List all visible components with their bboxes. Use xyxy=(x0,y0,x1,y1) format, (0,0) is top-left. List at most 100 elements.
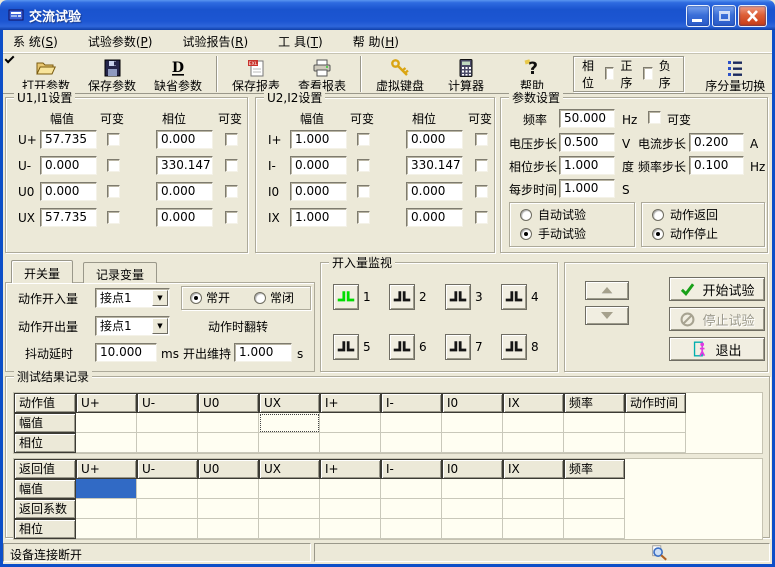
normally-closed-radio[interactable] xyxy=(254,292,266,304)
positive-sequence-checkbox[interactable] xyxy=(605,67,615,80)
tab-switching-quantity[interactable]: 开关量 xyxy=(11,260,73,283)
input-monitor-switch-1[interactable]: 1 xyxy=(333,284,371,310)
phase-input[interactable]: 0.000 xyxy=(406,208,463,227)
amplitude-variable-checkbox[interactable] xyxy=(107,133,120,146)
menu-item-h[interactable]: 帮 助(H) xyxy=(343,30,409,53)
toolbar-button-question[interactable]: ?帮助 xyxy=(499,55,565,93)
grid-cell[interactable] xyxy=(381,519,442,539)
grid-cell[interactable] xyxy=(442,499,503,519)
grid-cell[interactable] xyxy=(259,433,320,453)
chevron-down-icon[interactable]: ▼ xyxy=(152,318,168,334)
grid-cell[interactable] xyxy=(381,479,442,499)
menu-item-s[interactable]: 系 统(S) xyxy=(3,30,68,53)
minimize-button[interactable] xyxy=(686,5,710,27)
close-button[interactable] xyxy=(738,5,767,27)
scroll-down-button[interactable] xyxy=(585,306,629,325)
grid-cell[interactable] xyxy=(259,413,320,433)
maximize-button[interactable] xyxy=(712,5,736,27)
grid-cell[interactable] xyxy=(137,433,198,453)
output-hold-input[interactable]: 1.000 xyxy=(234,343,292,362)
grid-cell[interactable] xyxy=(198,413,259,433)
amplitude-input[interactable]: 1.000 xyxy=(290,130,347,149)
grid-cell[interactable] xyxy=(259,519,320,539)
grid-cell[interactable] xyxy=(564,519,625,539)
phase-input[interactable]: 330.147 xyxy=(156,156,213,175)
grid-cell[interactable] xyxy=(625,433,686,453)
grid-cell[interactable] xyxy=(320,413,381,433)
grid-cell[interactable] xyxy=(320,499,381,519)
grid-cell[interactable] xyxy=(137,479,198,499)
amplitude-variable-checkbox[interactable] xyxy=(107,185,120,198)
phase-variable-checkbox[interactable] xyxy=(475,133,488,146)
grid-cell[interactable] xyxy=(137,413,198,433)
amplitude-input[interactable]: 1.000 xyxy=(290,208,347,227)
chevron-down-icon[interactable]: ▼ xyxy=(152,290,168,306)
scroll-up-button[interactable] xyxy=(585,281,629,300)
amplitude-input[interactable]: 0.000 xyxy=(290,182,347,201)
grid-cell[interactable] xyxy=(442,479,503,499)
grid-cell[interactable] xyxy=(76,413,137,433)
toolbar-button-default-d[interactable]: D缺省参数 xyxy=(145,55,211,93)
toolbar-button-open-folder[interactable]: 打开参数 xyxy=(13,55,79,93)
grid-cell[interactable] xyxy=(564,413,625,433)
grid-cell[interactable] xyxy=(198,499,259,519)
action-stop-radio[interactable] xyxy=(652,228,664,240)
grid-cell[interactable] xyxy=(137,519,198,539)
grid-cell[interactable] xyxy=(503,433,564,453)
toolbar-button-excel-report[interactable]: EXL保存报表 xyxy=(223,55,289,93)
input-monitor-switch-8[interactable]: 8 xyxy=(501,334,539,360)
exit-button[interactable]: 退出 xyxy=(669,337,765,361)
grid-cell[interactable] xyxy=(503,519,564,539)
input-monitor-switch-6[interactable]: 6 xyxy=(389,334,427,360)
amplitude-variable-checkbox[interactable] xyxy=(107,211,120,224)
grid-cell[interactable] xyxy=(320,433,381,453)
amplitude-input[interactable]: 0.000 xyxy=(40,156,97,175)
grid-cell[interactable] xyxy=(259,499,320,519)
toolbar-button-floppy[interactable]: 保存参数 xyxy=(79,55,145,93)
amplitude-input[interactable]: 0.000 xyxy=(40,182,97,201)
grid-cell[interactable] xyxy=(564,479,625,499)
negative-sequence-checkbox[interactable] xyxy=(643,67,653,80)
grid-cell[interactable] xyxy=(381,433,442,453)
amplitude-input[interactable]: 0.000 xyxy=(290,156,347,175)
menu-item-p[interactable]: 试验参数(P) xyxy=(78,30,163,53)
action-return-radio[interactable] xyxy=(652,209,664,221)
amplitude-input[interactable]: 57.735 xyxy=(40,208,97,227)
input-monitor-switch-7[interactable]: 7 xyxy=(445,334,483,360)
grid-cell[interactable] xyxy=(625,413,686,433)
input-monitor-switch-5[interactable]: 5 xyxy=(333,334,371,360)
title-bar[interactable]: 交流试验 xyxy=(0,0,775,30)
action-input-combo[interactable]: 接点1 ▼ xyxy=(95,288,170,308)
grid-cell[interactable] xyxy=(381,499,442,519)
phase-variable-checkbox[interactable] xyxy=(475,185,488,198)
grid-cell[interactable] xyxy=(442,433,503,453)
grid-cell[interactable] xyxy=(320,519,381,539)
toolbar-button-calculator[interactable]: 计算器 xyxy=(433,55,499,93)
phase-step-input[interactable]: 1.000 xyxy=(559,156,615,175)
sequence-component-switch-button[interactable]: 序分量切换 xyxy=(698,55,772,93)
voltage-step-input[interactable]: 0.500 xyxy=(559,133,615,152)
grid-cell[interactable] xyxy=(320,479,381,499)
manual-test-radio[interactable] xyxy=(520,228,532,240)
grid-cell[interactable] xyxy=(503,479,564,499)
amplitude-variable-checkbox[interactable] xyxy=(357,211,370,224)
phase-variable-checkbox[interactable] xyxy=(225,159,238,172)
grid-cell[interactable] xyxy=(198,479,259,499)
frequency-input[interactable]: 50.000 xyxy=(559,109,615,128)
amplitude-variable-checkbox[interactable] xyxy=(107,159,120,172)
phase-input[interactable]: 330.147 xyxy=(406,156,463,175)
grid-cell[interactable] xyxy=(198,519,259,539)
grid-cell[interactable] xyxy=(259,479,320,499)
toolbar-button-printer[interactable]: 查看报表 xyxy=(289,55,355,93)
toolbar-button-key[interactable]: 虚拟键盘 xyxy=(367,55,433,93)
auto-test-radio[interactable] xyxy=(520,209,532,221)
grid-cell[interactable] xyxy=(564,433,625,453)
frequency-variable-checkbox[interactable] xyxy=(648,111,661,124)
grid-cell[interactable] xyxy=(442,413,503,433)
amplitude-variable-checkbox[interactable] xyxy=(357,133,370,146)
start-test-button[interactable]: 开始试验 xyxy=(669,277,765,301)
tab-record-variables[interactable]: 记录变量 xyxy=(83,262,157,283)
frequency-step-input[interactable]: 0.100 xyxy=(689,156,744,175)
stop-test-button[interactable]: 停止试验 xyxy=(669,307,765,331)
menu-item-r[interactable]: 试验报告(R) xyxy=(172,30,258,53)
